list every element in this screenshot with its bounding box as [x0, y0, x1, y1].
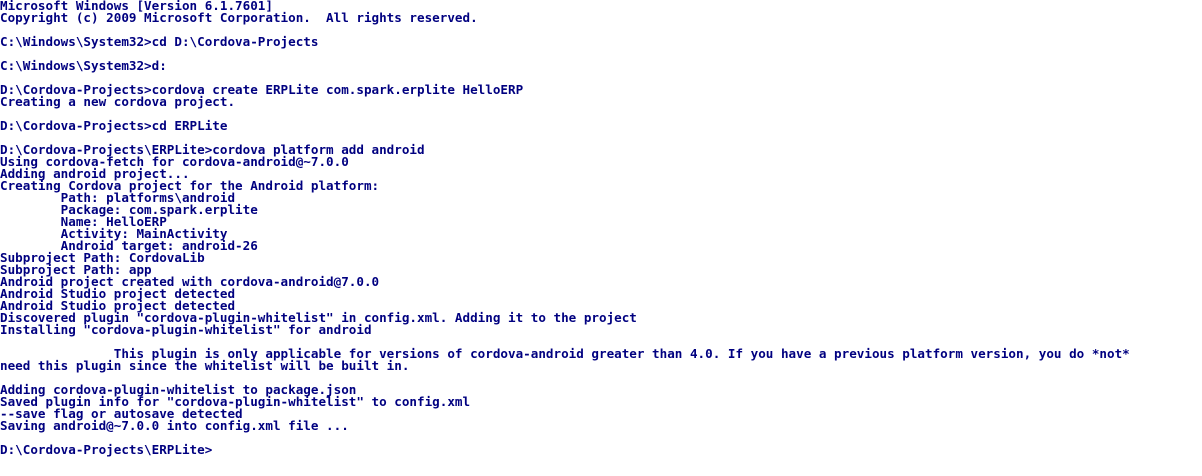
- console-window[interactable]: Microsoft Windows [Version 6.1.7601] Copy…: [0, 0, 1202, 476]
- console-line: Saving android@~7.0.0 into config.xml fi…: [0, 418, 349, 433]
- console-line: C:\Windows\System32>cd D:\Cordova-Projec…: [0, 34, 319, 49]
- console-line: Copyright (c) 2009 Microsoft Corporation…: [0, 10, 478, 25]
- console-line: Installing "cordova-plugin-whitelist" fo…: [0, 322, 372, 337]
- console-prompt-line: D:\Cordova-Projects\ERPLite>: [0, 442, 213, 457]
- console-line: C:\Windows\System32>d:: [0, 58, 167, 73]
- console-line: Creating a new cordova project.: [0, 94, 236, 109]
- console-line: D:\Cordova-Projects>cd ERPLite: [0, 118, 228, 133]
- console-line: need this plugin since the whitelist wil…: [0, 358, 410, 373]
